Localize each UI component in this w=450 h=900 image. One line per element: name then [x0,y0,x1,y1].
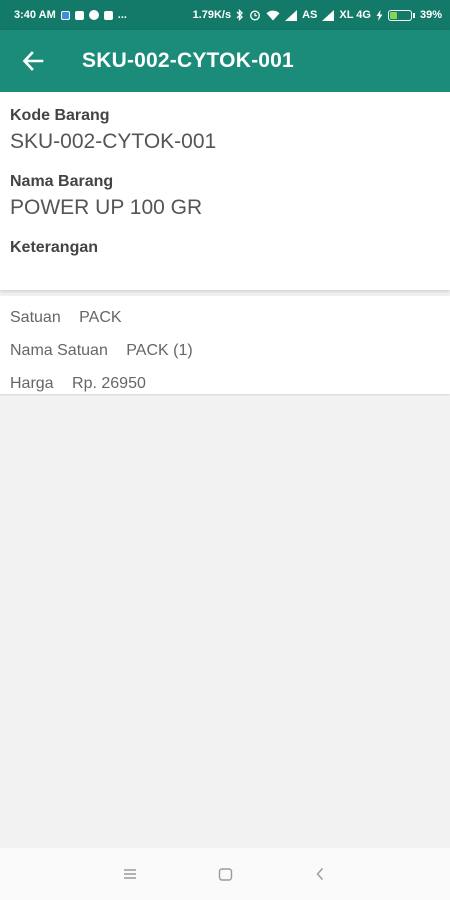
back-button[interactable] [0,30,66,92]
alarm-icon [250,10,261,21]
status-time: 3:40 AM [14,9,56,21]
bluetooth-icon [236,9,244,21]
satuan-label: Satuan [10,309,61,326]
signal-icon [322,9,335,21]
satuan-value: PACK [79,309,122,326]
menu-icon [124,869,136,879]
charging-icon [376,9,383,21]
battery-body [387,9,412,21]
nama-satuan-label: Nama Satuan [10,342,108,359]
nav-menu-button[interactable] [83,848,178,900]
keterangan-value [10,259,440,289]
nama-barang-value: POWER UP 100 GR [10,196,203,219]
item-detail-card: Kode Barang SKU-002-CYTOK-001 Nama Baran… [0,92,450,290]
notification-chat-icon [88,10,99,20]
nav-back-button[interactable] [273,848,368,900]
harga-value: Rp. 26950 [72,375,146,392]
page-title: SKU-002-CYTOK-001 [82,49,294,72]
battery-icon [387,9,415,21]
app-bar: SKU-002-CYTOK-001 [0,30,450,92]
keterangan-label: Keterangan [10,239,99,256]
harga-label: Harga [10,375,54,392]
notification-more-icon: ... [117,9,127,21]
wifi-icon [266,10,280,20]
carrier-1: AS [302,9,318,21]
satuan-row: Satuan PACK [10,303,440,336]
notification-message-icon [74,10,84,20]
nama-barang-label: Nama Barang [10,173,114,190]
battery-tip [412,12,415,18]
battery-fill [389,11,397,19]
unit-card: Satuan PACK Nama Satuan PACK (1) Harga R… [0,296,450,394]
arrow-left-icon [22,51,44,71]
nama-satuan-value: PACK (1) [126,342,193,359]
battery-percent: 39% [419,9,442,21]
status-bar: 3:40 AM ... 1.79K/s AS XL 4G 39% [0,0,450,30]
notification-app-icon [60,10,70,20]
status-bar-right: 1.79K/s AS XL 4G 39% [193,9,442,21]
harga-row: Harga Rp. 26950 [10,369,440,402]
nama-satuan-row: Nama Satuan PACK (1) [10,336,440,369]
notification-calendar-icon [103,10,113,20]
network-speed: 1.79K/s [192,9,232,21]
nav-home-button[interactable] [178,848,273,900]
kode-barang-label: Kode Barang [10,107,110,124]
signal-icon [285,9,298,21]
kode-barang-value: SKU-002-CYTOK-001 [10,130,217,153]
system-nav-bar [0,848,450,900]
status-bar-left: 3:40 AM ... [14,9,127,21]
carrier-2: XL 4G [339,9,371,21]
home-square-icon [218,867,232,881]
chevron-left-icon [316,868,324,880]
